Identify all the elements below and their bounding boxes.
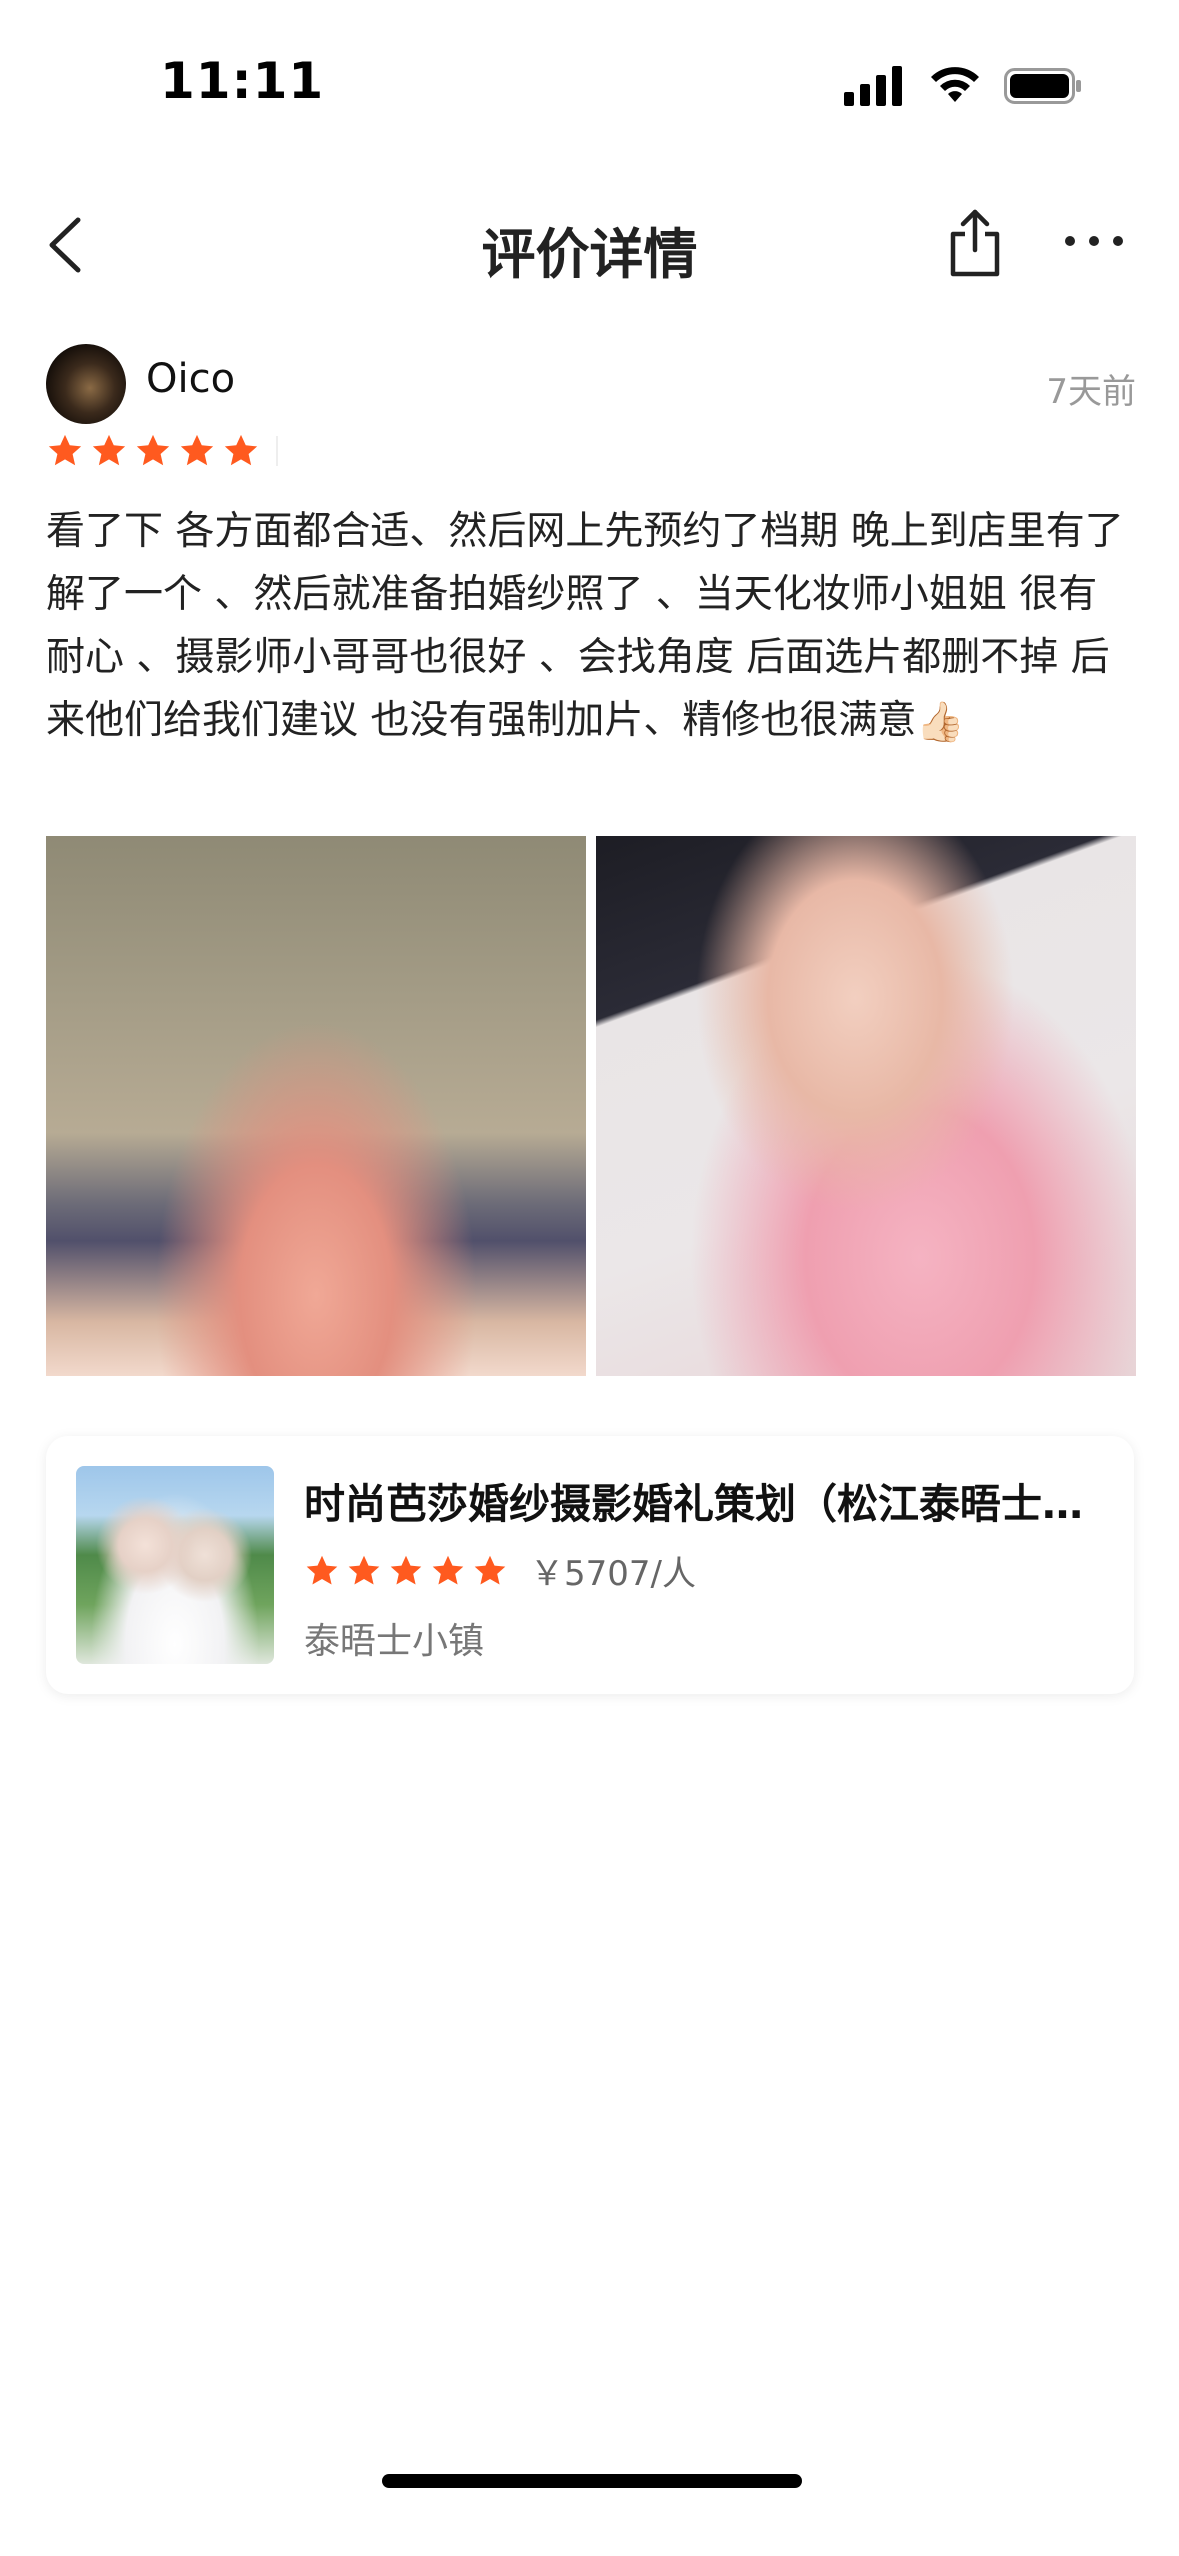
review-header: Oico 7天前	[46, 344, 1136, 424]
review-time: 7天前	[1046, 372, 1136, 412]
shop-price: ￥5707/人	[530, 1554, 696, 1594]
status-icons	[844, 66, 1084, 106]
star-icon	[306, 1555, 338, 1584]
star-icon	[390, 1555, 422, 1584]
signal-icon	[844, 66, 902, 106]
share-button[interactable]	[945, 204, 1005, 280]
star-icon	[348, 1555, 380, 1584]
review-detail-page: 11:11 评价详情 Oico 7天前 看了下 各方面都合适、然后网上先预约了档…	[0, 0, 1179, 2556]
review-text: 看了下 各方面都合适、然后网上先预约了档期 晚上到店里有了解了一个 、然后就准备…	[46, 500, 1136, 754]
avatar[interactable]	[46, 344, 126, 424]
more-icon	[1065, 236, 1123, 246]
review-rating	[46, 432, 278, 470]
thumbs-up-emoji: 👍🏻	[916, 700, 965, 745]
share-icon	[950, 209, 1000, 277]
shop-rating: ￥5707/人	[304, 1546, 696, 1595]
shop-location: 泰晤士小镇	[304, 1621, 485, 1662]
more-button[interactable]	[1062, 226, 1126, 256]
status-time: 11:11	[160, 52, 325, 110]
star-icon	[136, 434, 170, 466]
review-photo[interactable]	[46, 836, 586, 1376]
review-photos	[46, 836, 1136, 1376]
star-icon	[432, 1555, 464, 1584]
wifi-icon	[931, 67, 979, 102]
star-icon	[180, 434, 214, 466]
divider	[276, 436, 278, 466]
nav-bar: 评价详情	[0, 190, 1179, 300]
shop-card[interactable]: 时尚芭莎婚纱摄影婚礼策划（松江泰晤士小镇店） ￥5707/人 泰晤士小镇	[46, 1436, 1134, 1694]
star-icon	[92, 434, 126, 466]
star-icon	[48, 434, 82, 466]
status-bar: 11:11	[0, 0, 1179, 170]
star-icon	[474, 1555, 506, 1584]
review-photo[interactable]	[596, 836, 1136, 1376]
shop-title: 时尚芭莎婚纱摄影婚礼策划（松江泰晤士小镇店）	[304, 1480, 1104, 1528]
shop-thumbnail	[76, 1466, 274, 1664]
battery-icon	[1004, 68, 1081, 104]
star-icon	[224, 434, 258, 466]
home-indicator[interactable]	[382, 2474, 802, 2488]
username[interactable]: Oico	[146, 356, 235, 402]
